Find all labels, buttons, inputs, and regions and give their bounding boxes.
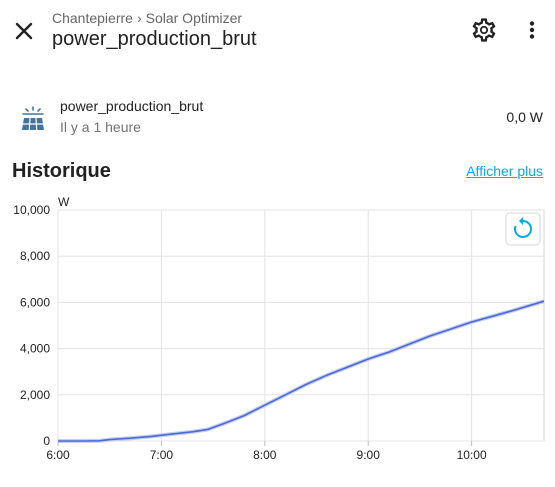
page-title: power_production_brut [52, 28, 257, 50]
y-tick-label: 2,000 [20, 388, 50, 402]
gear-icon[interactable] [470, 16, 498, 44]
y-axis-label: W [58, 195, 70, 209]
history-chart[interactable]: 10,000 8,000 6,000 4,000 2,000 06:00 7:00 8:00 9… [0, 192, 555, 472]
x-tick-label: 10:00 [457, 448, 487, 462]
y-tick-label: 10,000 [13, 203, 50, 217]
breadcrumb-separator: › [136, 10, 142, 26]
y-tick-label: 0 [43, 434, 50, 448]
series-line [58, 300, 545, 442]
breadcrumb-item: Solar Optimizer [145, 10, 243, 26]
x-tick-label: 8:00 [253, 448, 277, 462]
y-tick-label: 4,000 [20, 342, 50, 356]
close-icon[interactable] [10, 17, 38, 45]
breadcrumb-item: Chantepierre [52, 10, 133, 26]
breadcrumb: Chantepierre › Solar Optimizer [52, 10, 242, 26]
chart-axes: 10,000 8,000 6,000 4,000 2,000 06:00 7:00 8:00 9… [13, 203, 487, 462]
solar-panel-icon [20, 106, 46, 132]
y-tick-label: 8,000 [20, 249, 50, 263]
refresh-icon[interactable] [505, 212, 541, 246]
y-tick-label: 6,000 [20, 295, 50, 309]
entity-row[interactable]: power_production_brut Il y a 1 heure 0,0… [0, 90, 555, 146]
entity-state: 0,0 W [506, 109, 543, 125]
chart-series [58, 299, 545, 443]
plot-border [57, 209, 545, 442]
show-more-link[interactable]: Afficher plus [466, 163, 543, 179]
entity-name: power_production_brut [60, 98, 204, 114]
x-tick-label: 6:00 [46, 448, 70, 462]
chart-grid [57, 209, 545, 442]
x-tick-label: 9:00 [357, 448, 381, 462]
page-header: Chantepierre › Solar Optimizer power_produ… [0, 0, 555, 62]
more-vert-icon[interactable] [518, 16, 546, 44]
x-tick-label: 7:00 [150, 448, 174, 462]
history-title: Historique [12, 160, 111, 182]
entity-last-changed: Il y a 1 heure [60, 119, 141, 135]
